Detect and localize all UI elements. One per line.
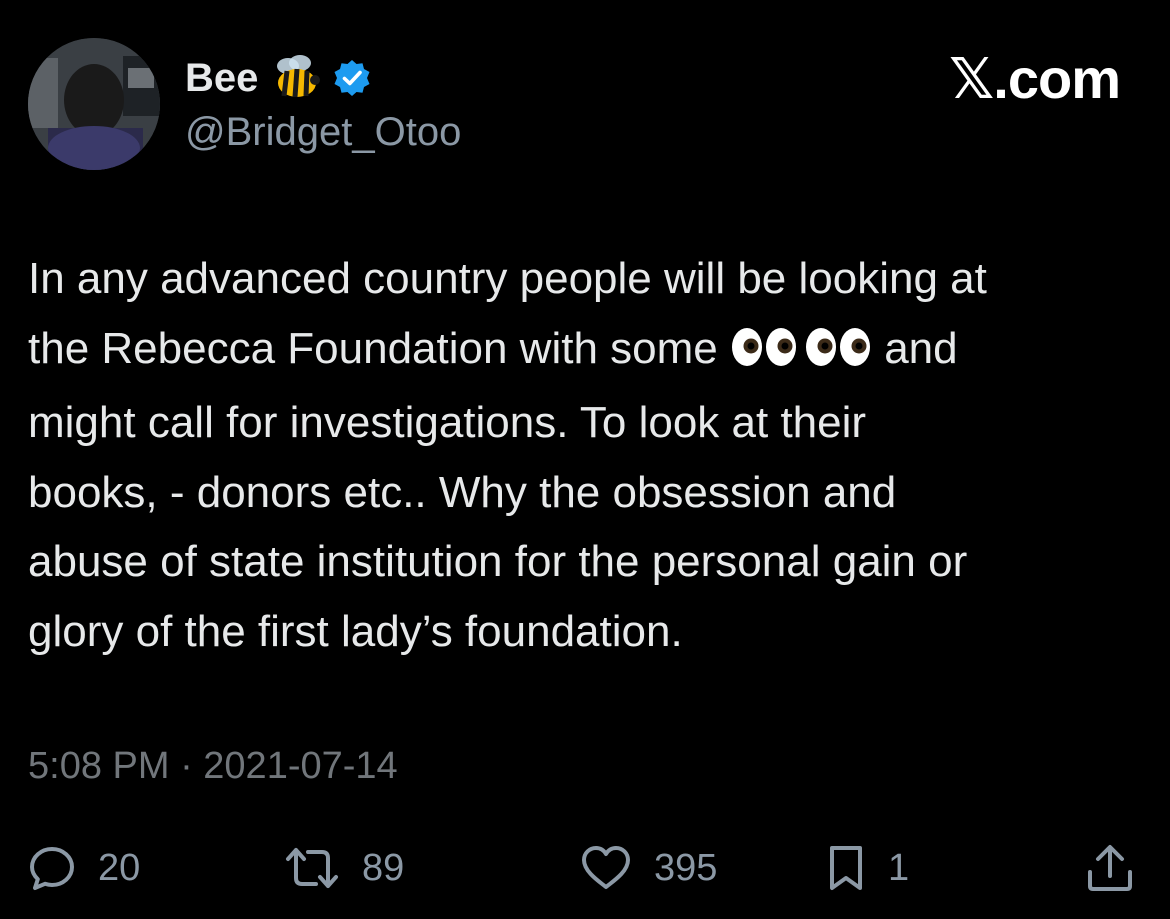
tweet-line: abuse of state institution for the perso… xyxy=(28,537,968,586)
action-bar: 20 89 395 1 xyxy=(0,838,1170,898)
share-icon xyxy=(1088,845,1132,891)
avatar[interactable] xyxy=(28,38,160,170)
like-button[interactable]: 395 xyxy=(580,838,717,898)
tweet-line: the Rebecca Foundation with some and xyxy=(28,314,1153,389)
retweet-icon xyxy=(286,848,338,888)
eyes-emoji-icon xyxy=(730,319,872,389)
bee-emoji-icon xyxy=(277,55,321,98)
brand-logo-text: 𝕏.com xyxy=(949,47,1121,110)
share-button[interactable] xyxy=(1084,838,1136,898)
tweet-text: In any advanced country people will be l… xyxy=(28,244,1153,666)
bookmark-count: 1 xyxy=(888,846,910,889)
heart-icon xyxy=(582,846,630,889)
bookmark-icon xyxy=(830,846,862,890)
tweet-line-segment: and xyxy=(884,323,958,373)
like-count: 395 xyxy=(654,846,718,889)
tweet-line: In any advanced country people will be l… xyxy=(28,254,987,303)
reply-icon xyxy=(30,847,74,890)
reply-count: 20 xyxy=(98,846,141,889)
tweet-line: books, - donors etc.. Why the obsession … xyxy=(28,467,897,517)
tweet-line-segment: the Rebecca Foundation with some xyxy=(28,323,718,373)
tweet-line: might call for investigations. To look a… xyxy=(28,398,867,447)
tweet-timestamp[interactable]: 5:08 PM · 2021-07-14 xyxy=(28,738,398,794)
author-name-row: Bee xyxy=(185,50,372,106)
author-handle[interactable]: @Bridget_Otoo xyxy=(185,104,461,160)
tweet-line: glory of the first lady’s foundation. xyxy=(28,606,683,656)
verified-badge-icon xyxy=(334,60,370,96)
retweet-count: 89 xyxy=(362,846,405,889)
bookmark-button[interactable]: 1 xyxy=(826,838,909,898)
avatar-photo xyxy=(28,38,160,170)
author-display-name[interactable]: Bee xyxy=(185,50,258,106)
retweet-button[interactable]: 89 xyxy=(284,838,404,898)
reply-button[interactable]: 20 xyxy=(28,838,140,898)
